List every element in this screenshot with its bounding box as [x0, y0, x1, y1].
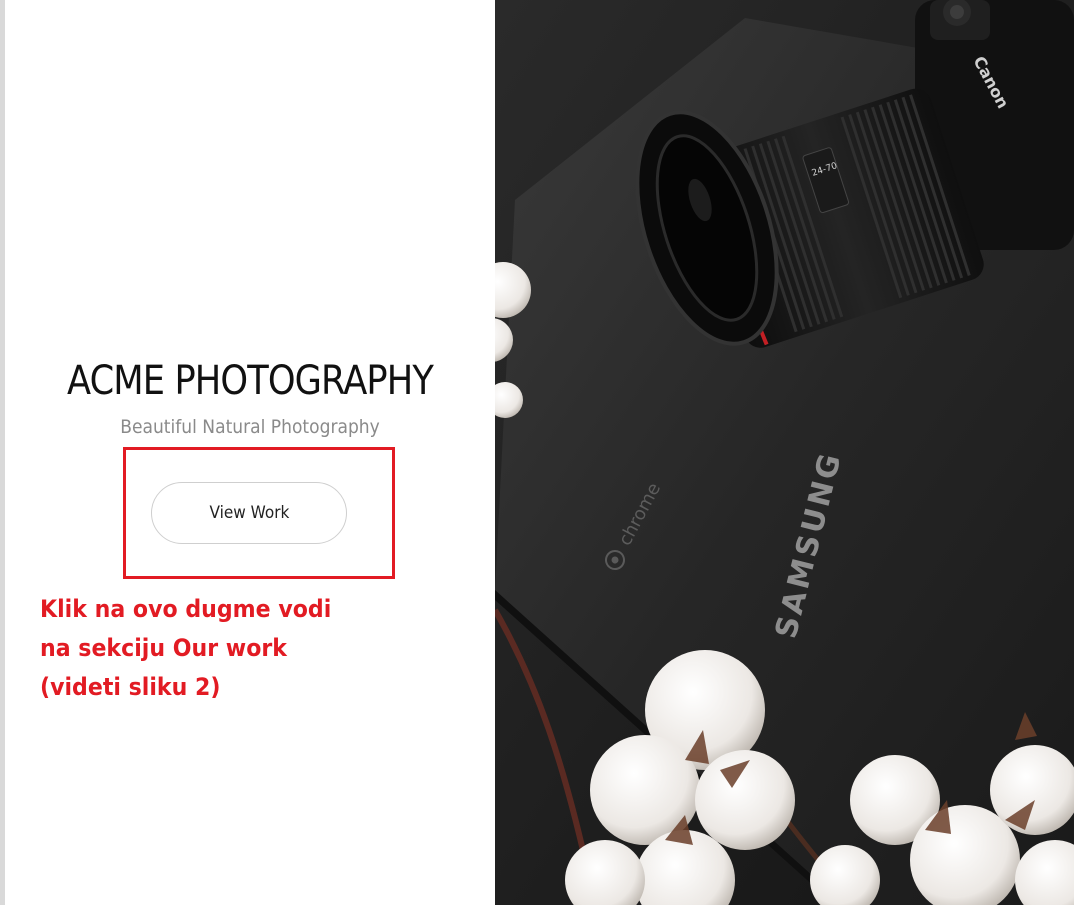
- site-title: ACME PHOTOGRAPHY: [67, 358, 434, 404]
- view-work-button-label: View Work: [209, 503, 289, 523]
- annotation-line: na sekciju Our work: [40, 634, 287, 662]
- site-subtitle: Beautiful Natural Photography: [120, 416, 380, 438]
- annotation-note: Klik na ovo dugme vodi na sekciju Our wo…: [40, 590, 460, 707]
- landing-page: ACME PHOTOGRAPHY Beautiful Natural Photo…: [0, 0, 1074, 905]
- annotation-line: Klik na ovo dugme vodi: [40, 595, 332, 623]
- camera-laptop-photo: chrome SAMSUNG Canon 24-70: [495, 0, 1074, 905]
- view-work-button[interactable]: View Work: [151, 482, 347, 544]
- annotation-line: (videti sliku 2): [40, 673, 221, 701]
- hero-photo: chrome SAMSUNG Canon 24-70: [495, 0, 1074, 905]
